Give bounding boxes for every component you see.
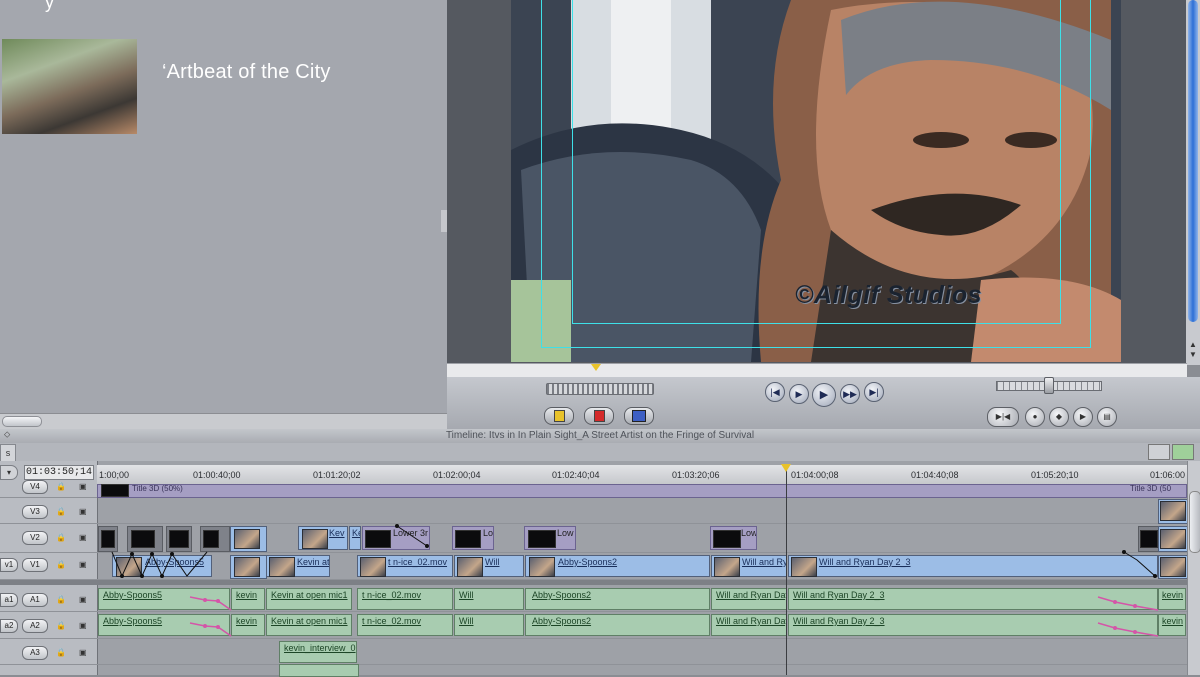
- clip-thumbnail: [1160, 501, 1186, 521]
- mark-clip-icon[interactable]: ▶: [1073, 407, 1093, 427]
- lock-icon[interactable]: 🔒: [56, 482, 66, 491]
- lock-icon[interactable]: 🔒: [56, 533, 66, 542]
- timeline-tab[interactable]: s: [0, 444, 16, 462]
- ruler-tick-label: 01:05:20;10: [1031, 470, 1079, 480]
- auto-select-icon[interactable]: ▣: [79, 560, 89, 569]
- timeline-timecode-field[interactable]: 01:03:50;14: [24, 465, 94, 480]
- viewer-scroll-arrows[interactable]: ▲ ▼: [1187, 340, 1199, 362]
- overwrite-icon[interactable]: ▤: [1097, 407, 1117, 427]
- auto-select-icon[interactable]: ▣: [79, 507, 89, 516]
- browser-top-text: y: [45, 0, 54, 12]
- marker-icon[interactable]: ◆: [1049, 407, 1069, 427]
- track-label-v3[interactable]: V3: [22, 505, 48, 519]
- browser-clip-title: ‘Artbeat of the City: [162, 61, 331, 83]
- timeline-vertical-scrollbar[interactable]: [1187, 461, 1200, 675]
- timeline-tab-bar: [0, 443, 1200, 462]
- watermark-text: ©Ailgif Studios: [795, 281, 983, 309]
- browser-horizontal-scrollbar[interactable]: [0, 413, 447, 429]
- play-around-icon[interactable]: ▶▶: [840, 384, 860, 404]
- source-control-v1[interactable]: v1: [0, 558, 18, 572]
- ruler-tick-label: 01:00:40;00: [193, 470, 241, 480]
- lock-icon[interactable]: ●: [1025, 407, 1045, 427]
- track-label-v2[interactable]: V2: [22, 531, 48, 545]
- scrubber-bar[interactable]: [447, 363, 1187, 378]
- clip-thumbnail[interactable]: [2, 39, 137, 134]
- go-to-end-icon[interactable]: ▶|: [864, 382, 884, 402]
- title-clip-thumbnail[interactable]: [101, 484, 129, 497]
- timeline-clip-title[interactable]: Title 3D (50%) Title 3D (50: [97, 484, 1187, 498]
- timecode-popup-icon[interactable]: ▾: [0, 465, 18, 480]
- timeline-ruler[interactable]: [97, 465, 1187, 485]
- title-safe-guide: [572, 0, 1061, 324]
- go-to-start-icon[interactable]: |◀: [765, 382, 785, 402]
- clip-label: Title 3D (50%): [132, 484, 183, 493]
- ruler-tick-label: 01:01:20;02: [313, 470, 361, 480]
- ruler-tick-label: 01:02:00;04: [433, 470, 481, 480]
- ruler-tick-label: 1:00;00: [99, 470, 130, 480]
- play-icon[interactable]: ▶: [812, 383, 836, 407]
- clip-label: Title 3D (50: [1130, 484, 1172, 493]
- auto-select-icon[interactable]: ▣: [79, 482, 89, 491]
- audio-level-overlay: [189, 596, 1159, 637]
- jog-control[interactable]: [546, 383, 654, 395]
- track-label-v4[interactable]: V4: [22, 480, 48, 494]
- play-in-to-out-icon[interactable]: ▶: [789, 384, 809, 404]
- timeline-view-icons[interactable]: [1146, 443, 1196, 460]
- lock-icon[interactable]: 🔒: [56, 507, 66, 516]
- shuttle-knob[interactable]: [1044, 377, 1054, 394]
- track-height-icon[interactable]: [1172, 444, 1194, 460]
- timeline-scroll-thumb[interactable]: [1189, 491, 1200, 553]
- timeline-playhead[interactable]: [786, 465, 787, 675]
- ruler-tick-label: 01:06:00: [1150, 470, 1186, 480]
- match-frame-icon[interactable]: ▶|◀: [987, 407, 1019, 427]
- playhead-marker[interactable]: [781, 464, 791, 472]
- lock-icon[interactable]: 🔒: [56, 560, 66, 569]
- ruler-tick-label: 01:02:40;04: [552, 470, 600, 480]
- scrubber-playhead[interactable]: [591, 364, 601, 371]
- track-row-v3: [0, 498, 1187, 524]
- viewer-scroll-thumb[interactable]: [1188, 0, 1198, 322]
- ruler-tick-label: 01:04:00;08: [791, 470, 839, 480]
- replace-edit-button[interactable]: [624, 407, 654, 425]
- overwrite-edit-button[interactable]: [584, 407, 614, 425]
- track-label-v1[interactable]: V1: [22, 558, 48, 572]
- timeline-title: Timeline: Itvs in In Plain Sight_A Stree…: [445, 430, 755, 441]
- insert-edit-button[interactable]: [544, 407, 574, 425]
- video-keyframe-overlay: [111, 524, 1157, 578]
- clip-overlays-icon[interactable]: [1148, 444, 1170, 460]
- ruler-tick-label: 01:04:40;08: [911, 470, 959, 480]
- auto-select-icon[interactable]: ▣: [79, 533, 89, 542]
- ruler-tick-label: 01:03:20;06: [672, 470, 720, 480]
- browser-scroll-thumb[interactable]: [2, 416, 42, 427]
